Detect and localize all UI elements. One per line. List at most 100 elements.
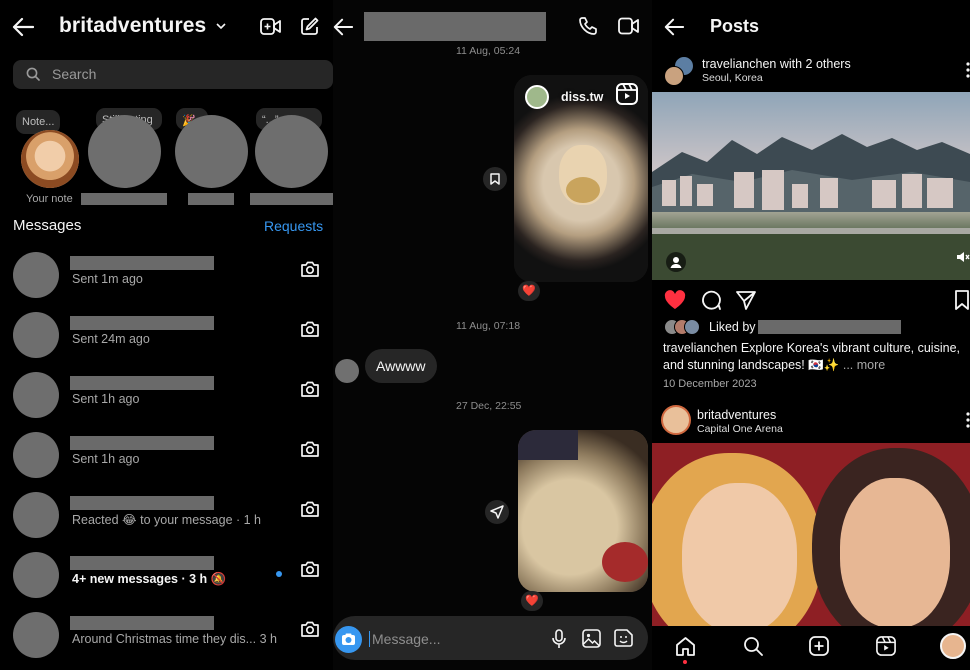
video-call-icon[interactable] (260, 17, 281, 36)
tagged-people-icon[interactable] (666, 252, 686, 272)
timestamp: 11 Aug, 07:18 (456, 320, 521, 332)
create-post-icon[interactable] (809, 636, 829, 656)
home-notification-dot (683, 660, 687, 664)
new-message-icon[interactable] (300, 16, 320, 36)
message-input[interactable]: Message... (369, 631, 440, 647)
reels-icon[interactable] (876, 636, 896, 656)
post-caption: travelianchen Explore Korea's vibrant cu… (663, 340, 963, 374)
thread-name-redacted (70, 256, 214, 270)
sticker-icon[interactable] (614, 628, 634, 648)
thread-avatar[interactable] (13, 612, 59, 658)
messages-label: Messages (13, 217, 82, 234)
thread-preview: 4+ new messages · 3 h 🔕 (72, 572, 227, 586)
your-avatar[interactable] (21, 130, 79, 188)
post-author[interactable]: travelianchen with 2 others (702, 57, 851, 71)
camera-icon[interactable] (300, 500, 320, 518)
thread-avatar[interactable] (13, 312, 59, 358)
profile-avatar[interactable] (940, 633, 966, 659)
more-options-icon[interactable] (966, 62, 970, 78)
home-icon[interactable] (675, 636, 696, 657)
thread-preview: Sent 1h ago (72, 452, 140, 466)
shared-photo-message[interactable] (518, 430, 648, 592)
message-thread[interactable]: Sent 1m ago (13, 252, 333, 312)
share-photo-button[interactable] (485, 500, 509, 524)
camera-icon[interactable] (300, 320, 320, 338)
post-image-seoul[interactable] (652, 92, 970, 280)
search-placeholder: Search (52, 66, 97, 82)
note-avatar[interactable] (255, 115, 328, 188)
video-call-icon[interactable] (618, 17, 640, 35)
thread-preview: Sent 1h ago (72, 392, 140, 406)
save-reel-button[interactable] (483, 167, 507, 191)
note-name-redacted (81, 193, 167, 205)
post-location[interactable]: Seoul, Korea (702, 72, 763, 84)
thread-preview: Reacted 😂 to your message · 1 h (72, 513, 262, 527)
message-bubble[interactable]: Awwww (365, 349, 437, 383)
note-avatar[interactable] (175, 115, 248, 188)
camera-icon[interactable] (300, 560, 320, 578)
post2-author[interactable]: britadventures (697, 408, 776, 422)
thread-avatar[interactable] (13, 432, 59, 478)
thread-avatar[interactable] (13, 492, 59, 538)
phone-icon[interactable] (578, 16, 598, 36)
like-heart-icon[interactable] (664, 290, 686, 310)
reaction-heart[interactable]: ❤️ (521, 591, 543, 611)
camera-icon[interactable] (300, 260, 320, 278)
timestamp: 27 Dec, 22:55 (456, 400, 522, 412)
bookmark-icon[interactable] (954, 290, 970, 310)
thread-preview: Sent 1m ago (72, 272, 143, 286)
thread-preview: Around Christmas time they dis... 3 h (72, 632, 277, 646)
message-thread[interactable]: 4+ new messages · 3 h 🔕 (13, 552, 333, 612)
comment-icon[interactable] (701, 290, 721, 310)
collab-avatars[interactable] (664, 56, 696, 88)
note-avatar[interactable] (88, 115, 161, 188)
reaction-heart[interactable]: ❤️ (518, 281, 540, 301)
thread-name-redacted (70, 556, 214, 570)
back-arrow-icon[interactable] (12, 17, 34, 37)
more-options-icon[interactable] (966, 412, 970, 428)
message-thread[interactable]: Sent 24m ago (13, 312, 333, 372)
requests-link[interactable]: Requests (264, 218, 323, 234)
post2-author-avatar[interactable] (661, 405, 691, 435)
thread-avatar[interactable] (13, 372, 59, 418)
post-image-selfie[interactable] (652, 443, 970, 626)
message-thread[interactable]: Reacted 😂 to your message · 1 h (13, 492, 333, 552)
camera-icon[interactable] (300, 620, 320, 638)
explore-search-icon[interactable] (743, 636, 763, 656)
posts-title: Posts (710, 16, 760, 36)
thread-avatar[interactable] (13, 252, 59, 298)
thread-name-redacted (70, 376, 214, 390)
unread-dot (276, 571, 282, 577)
microphone-icon[interactable] (551, 629, 567, 649)
camera-button[interactable] (335, 626, 362, 653)
back-arrow-icon[interactable] (664, 17, 684, 37)
camera-icon[interactable] (300, 380, 320, 398)
message-thread[interactable]: Around Christmas time they dis... 3 h (13, 612, 333, 670)
inbox-panel: britadventures Search Note... Your note … (0, 0, 333, 670)
thread-preview: Sent 24m ago (72, 332, 150, 346)
post2-location[interactable]: Capital One Arena (697, 423, 783, 435)
mute-icon[interactable] (956, 250, 970, 264)
chat-contact-name-redacted[interactable] (364, 12, 546, 41)
account-switcher[interactable]: britadventures (59, 14, 226, 38)
back-arrow-icon[interactable] (333, 17, 353, 37)
contact-avatar[interactable] (335, 359, 359, 383)
search-icon (26, 67, 40, 81)
reel-user-avatar[interactable] (525, 85, 549, 109)
camera-icon[interactable] (300, 440, 320, 458)
message-thread[interactable]: Sent 1h ago (13, 372, 333, 432)
caption-username[interactable]: travelianchen (663, 341, 737, 355)
posts-panel: Posts travelianchen with 2 others Seoul,… (652, 0, 970, 670)
note-name-redacted (250, 193, 333, 205)
liked-by-names-redacted[interactable] (758, 320, 901, 334)
caption-more-link[interactable]: ... more (843, 358, 885, 372)
thread-avatar[interactable] (13, 552, 59, 598)
liked-by-label[interactable]: Liked by (709, 320, 756, 334)
share-icon[interactable] (736, 290, 756, 310)
reel-username[interactable]: diss.tw (561, 90, 603, 104)
reel-icon (616, 83, 638, 105)
liked-by-avatars[interactable] (664, 319, 708, 335)
inbox-username: britadventures (59, 14, 207, 37)
gallery-icon[interactable] (582, 629, 601, 648)
message-thread[interactable]: Sent 1h ago (13, 432, 333, 492)
